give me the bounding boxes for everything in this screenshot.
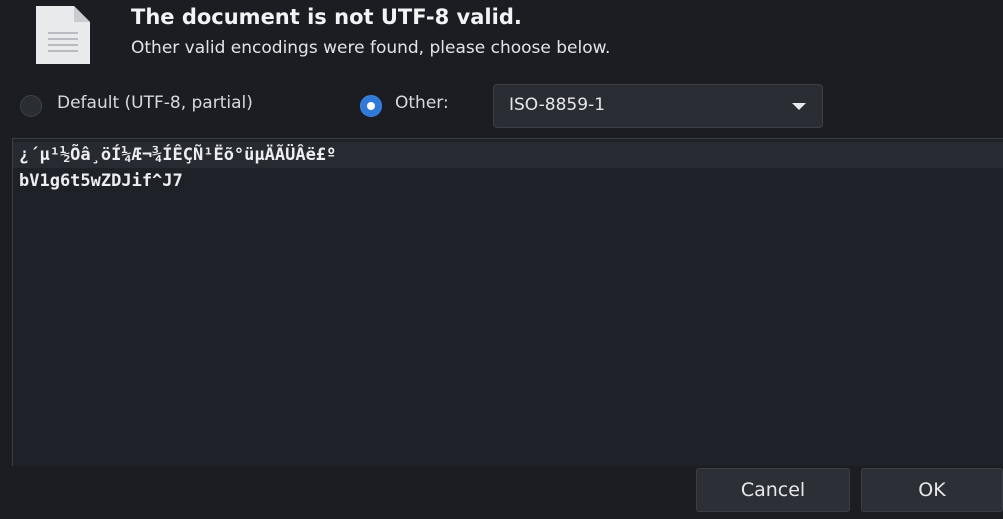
- default-encoding-radio[interactable]: [20, 95, 42, 117]
- preview-line: ¿´µ¹½Õâ¸öÍ¼Æ¬¾ÍÊÇÑ¹Ëõ°üµÄÃÜÂë£º: [13, 142, 1003, 168]
- other-encoding-label[interactable]: Other:: [395, 93, 449, 113]
- other-encoding-radio[interactable]: [360, 95, 382, 117]
- encoding-dialog: The document is not UTF-8 valid. Other v…: [0, 0, 1003, 519]
- preview-line: bV1g6t5wZDJif^J7: [19, 171, 183, 191]
- ok-button[interactable]: OK: [861, 468, 1003, 512]
- encoding-select[interactable]: ISO-8859-1: [493, 84, 823, 128]
- chevron-down-icon: [792, 103, 806, 110]
- dialog-header: The document is not UTF-8 valid. Other v…: [0, 0, 1003, 76]
- encoding-options: Default (UTF-8, partial) Other: ISO-8859…: [0, 83, 1003, 129]
- preview-text-area[interactable]: ¿´µ¹½Õâ¸öÍ¼Æ¬¾ÍÊÇÑ¹Ëõ°üµÄÃÜÂë£º bV1g6t5w…: [12, 138, 1003, 466]
- cancel-button[interactable]: Cancel: [696, 468, 850, 512]
- encoding-select-value: ISO-8859-1: [509, 95, 606, 115]
- dialog-footer: Cancel OK: [0, 466, 1003, 519]
- document-icon: [36, 6, 90, 64]
- default-encoding-label[interactable]: Default (UTF-8, partial): [57, 93, 253, 113]
- dialog-subtitle: Other valid encodings were found, please…: [131, 38, 611, 58]
- dialog-title: The document is not UTF-8 valid.: [131, 5, 522, 29]
